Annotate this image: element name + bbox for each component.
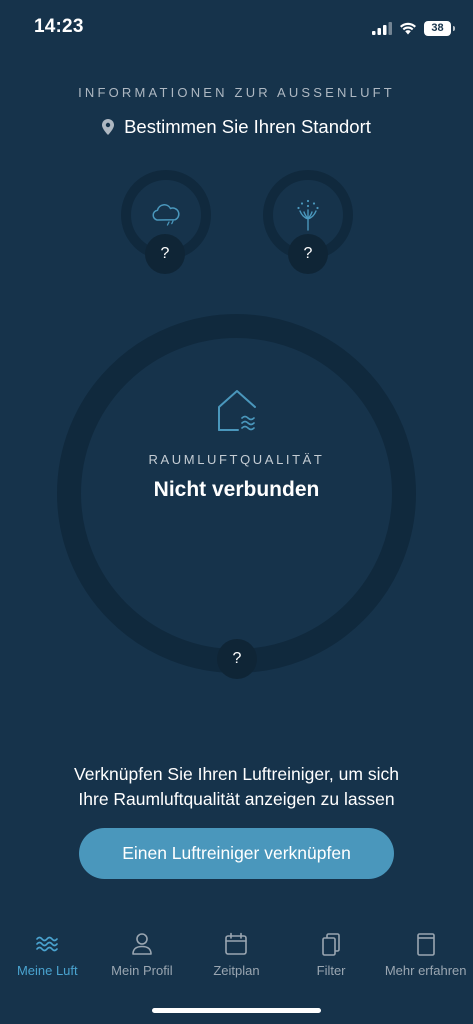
pollen-icon xyxy=(297,199,319,231)
pollen-value-badge: ? xyxy=(288,234,328,274)
tab-meine-luft[interactable]: Meine Luft xyxy=(0,925,95,985)
location-label: Bestimmen Sie Ihren Standort xyxy=(124,116,371,137)
book-icon xyxy=(416,933,435,956)
calendar-icon xyxy=(225,932,248,955)
connect-description-line1: Verknüpfen Sie Ihren Luftreiniger, um si… xyxy=(74,764,399,784)
room-connection-status: Nicht verbunden xyxy=(153,478,320,501)
outdoor-info-title: INFORMATIONEN ZUR AUSSENLUFT xyxy=(78,85,395,100)
tab-label: Mein Profil xyxy=(111,963,173,978)
home-indicator[interactable] xyxy=(152,1008,321,1013)
tab-zeitplan[interactable]: Zeitplan xyxy=(189,925,284,985)
connect-purifier-button[interactable]: Einen Luftreiniger verknüpfen xyxy=(79,828,394,879)
battery-icon: 38 xyxy=(424,20,455,36)
connect-description: Verknüpfen Sie Ihren Luftreiniger, um si… xyxy=(30,762,443,812)
location-pin-icon xyxy=(102,119,115,135)
status-time: 14:23 xyxy=(34,16,84,37)
room-value-badge: ? xyxy=(217,639,257,679)
house-air-icon xyxy=(218,390,256,431)
waves-icon xyxy=(36,936,59,952)
tab-label: Filter xyxy=(316,963,346,978)
person-icon xyxy=(132,933,152,955)
tab-label: Mehr erfahren xyxy=(384,963,467,978)
tab-label: Zeitplan xyxy=(213,963,260,978)
tab-mein-profil[interactable]: Mein Profil xyxy=(95,925,190,985)
location-button[interactable]: Bestimmen Sie Ihren Standort xyxy=(0,116,473,138)
cloud-rain-icon xyxy=(152,204,180,226)
filter-icon xyxy=(322,933,340,956)
battery-level: 38 xyxy=(431,22,444,34)
tab-mehr-erfahren[interactable]: Mehr erfahren xyxy=(378,925,473,985)
tab-label: Meine Luft xyxy=(16,963,78,978)
tab-bar: Meine Luft Mein Profil Zeitplan Filter M… xyxy=(0,925,473,985)
tab-filter[interactable]: Filter xyxy=(284,925,379,985)
weather-value-badge: ? xyxy=(145,234,185,274)
status-icons: 38 xyxy=(372,19,455,37)
wifi-icon xyxy=(400,22,416,34)
room-air-quality-label: RAUMLUFTQUALITÄT xyxy=(148,452,325,467)
cellular-signal-icon xyxy=(372,21,392,35)
connect-description-line2: Ihre Raumluftqualität anzeigen zu lassen xyxy=(78,789,395,809)
